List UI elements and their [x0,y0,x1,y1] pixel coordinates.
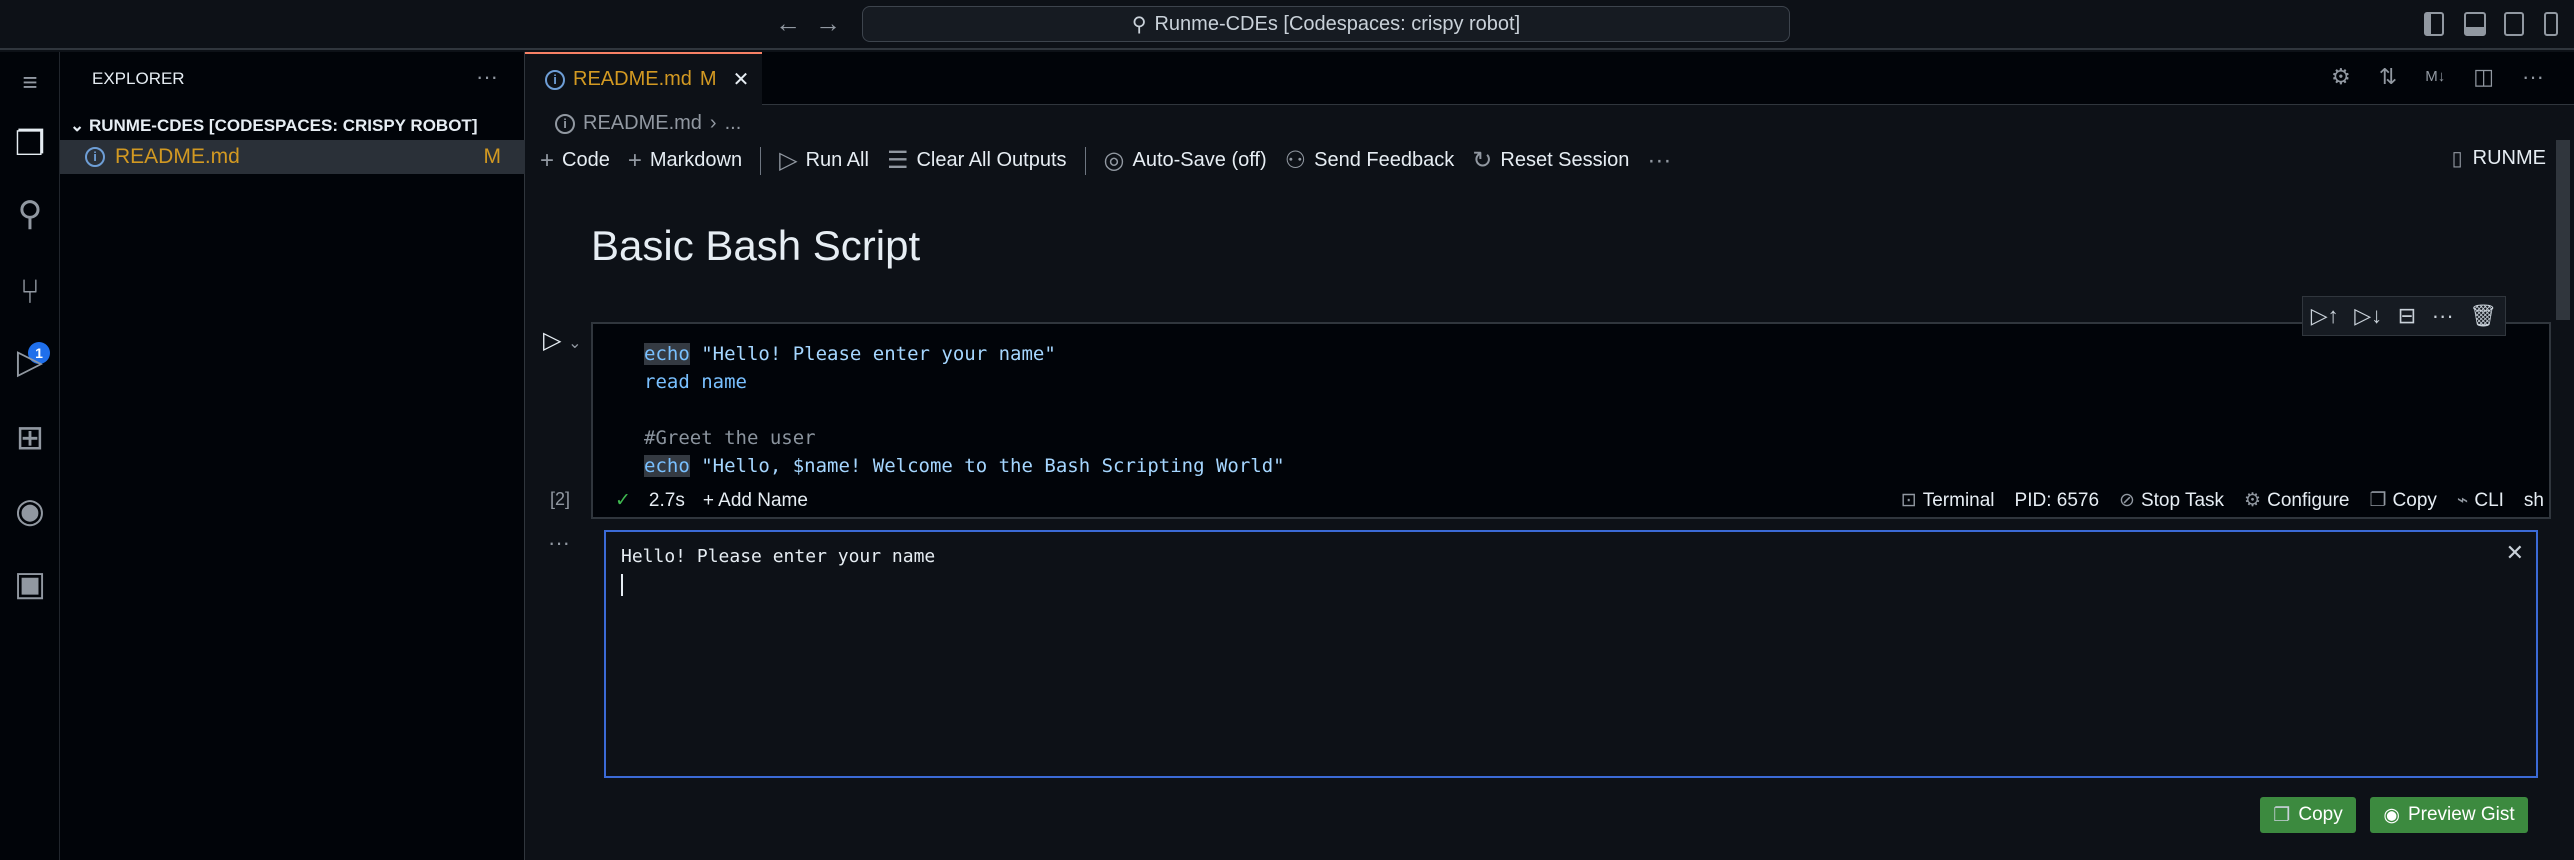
customize-layout-icon[interactable] [2544,12,2558,36]
split-cell-icon[interactable]: ⊟ [2398,303,2416,329]
copy-output-button[interactable]: ❐ Copy [2260,797,2356,833]
more-icon[interactable]: ··· [476,64,498,90]
divider [760,146,762,175]
configure-button[interactable]: ⚙ Configure [2244,489,2349,512]
execute-above-icon[interactable]: ▷↑ [2311,303,2339,329]
info-icon: i [85,147,105,167]
split-editor-icon[interactable]: ◫ [2473,64,2494,90]
cell-footer-actions: ⊡ Terminal PID: 6576 ⊘ Stop Task ⚙ Configur… [1901,489,2544,512]
add-name-button[interactable]: + Add Name [703,490,808,512]
explorer-sidebar: EXPLORER ··· ⌄ RUNME-CDES [CODESPACES: C… [60,52,525,860]
run-all-button[interactable]: ▷ Run All [779,146,869,175]
command-center-search[interactable]: ⚲ Runme-CDEs [Codespaces: crispy robot] [862,6,1790,42]
code-line: echo "Hello, $name! Welcome to the Bash … [644,455,1285,477]
send-feedback-button[interactable]: ⚇ Send Feedback [1285,146,1455,175]
activity-bar: ≡ ❐ ⚲ ⑂ 1 ▷ ⊞ ◉ ▣ [0,52,60,860]
forward-icon[interactable]: → [815,8,841,39]
output-more-icon[interactable]: ··· [548,530,570,556]
plus-icon: + [627,146,642,174]
page-title: Basic Bash Script [591,222,921,269]
more-icon[interactable]: ··· [2432,303,2454,329]
execute-below-icon[interactable]: ▷↓ [2354,303,2382,329]
clear-outputs-button[interactable]: ☰ Clear All Outputs [887,146,1067,175]
reset-session-button[interactable]: ↻ Reset Session [1472,146,1629,175]
runme-icon: ▯ [2451,148,2463,170]
close-icon[interactable]: ✕ [733,67,750,92]
run-cell-button[interactable]: ▷ ⌄ [543,326,582,355]
feedback-icon: ⚇ [1284,147,1307,174]
code-line: #Greet the user [644,427,816,449]
stop-task-button[interactable]: ⊘ Stop Task [2119,489,2224,512]
refresh-icon: ↻ [1472,147,1493,174]
source-control-icon[interactable]: ⑂ [8,270,52,314]
preview-gist-button[interactable]: ◉ Preview Gist [2370,797,2528,833]
compare-changes-icon[interactable]: ⇅ [2379,64,2397,90]
tab-bar: i README.md M ✕ ⚙ ⇅ M↓ ◫ ··· [525,52,2574,105]
gear-icon[interactable]: ⚙ [2331,64,2351,90]
file-item-readme[interactable]: i README.md M [60,140,525,174]
cli-button[interactable]: ⌁ CLI [2457,489,2504,512]
divider [1084,146,1086,175]
breadcrumb: i README.md › ... [555,112,741,135]
run-all-icon: ▷ [779,147,798,174]
title-bar: ← → ⚲ Runme-CDEs [Codespaces: crispy rob… [0,0,2574,50]
run-debug-icon[interactable]: ▷ [8,340,52,384]
back-icon[interactable]: ← [775,8,801,39]
check-icon: ✓ [615,490,631,511]
close-icon[interactable]: ✕ [2506,540,2524,566]
terminal-icon: ⊡ [1900,490,1917,511]
workspace-section[interactable]: ⌄ RUNME-CDES [CODESPACES: CRISPY ROBOT] [60,112,525,140]
runme-icon[interactable]: ▣ [8,562,52,606]
scrollbar[interactable] [2556,140,2570,320]
add-code-button[interactable]: + Code [540,147,610,175]
output-text: Hello! Please enter your name [621,546,936,567]
copy-icon: ❐ [2369,490,2387,511]
add-markdown-button[interactable]: + Markdown [628,147,742,175]
info-icon: i [555,113,575,134]
tab-readme[interactable]: i README.md M ✕ [525,52,762,105]
trash-icon[interactable]: 🗑 [2469,303,2497,329]
code-line: echo "Hello! Please enter your name" [644,343,1056,365]
pid-label: PID: 6576 [2014,489,2100,511]
extensions-icon[interactable]: ⊞ [8,416,52,460]
toggle-secondary-sidebar-icon[interactable] [2504,12,2524,36]
terminal-cursor [621,574,623,596]
terminal-button[interactable]: ⊡ Terminal [1901,489,1995,512]
menu-icon[interactable]: ≡ [8,60,52,104]
shell-label[interactable]: sh [2524,490,2544,512]
cli-icon: ⌁ [2456,490,2469,511]
toggle-panel-icon[interactable] [2464,12,2486,36]
github-icon: ◉ [2383,804,2400,826]
clear-all-icon: ☰ [886,147,909,174]
runme-kernel-button[interactable]: ▯ RUNME [2452,146,2546,171]
cell-status: ✓ 2.7s + Add Name [615,489,808,512]
explorer-icon[interactable]: ❐ [8,122,52,166]
more-icon[interactable]: ··· [2522,64,2544,90]
github-icon[interactable]: ◉ [8,489,52,533]
plus-icon: + [540,146,555,174]
copy-button[interactable]: ❐ Copy [2369,489,2436,512]
search-icon[interactable]: ⚲ [8,192,52,236]
toggle-sidebar-icon[interactable] [2424,12,2444,36]
notebook-toolbar: + Code + Markdown ▷ Run All ☰ Clear All Outp… [540,146,1671,175]
chevron-right-icon: › [709,112,717,134]
auto-save-button[interactable]: ◎ Auto-Save (off) [1104,146,1267,175]
info-icon: i [545,69,565,90]
sidebar-title: EXPLORER [92,69,185,88]
stop-icon: ⊘ [2119,490,2135,511]
cell-toolbar: ▷↑ ▷↓ ⊟ ··· 🗑 [2302,296,2506,336]
code-line: read name [644,371,747,393]
execution-count: [2] [550,489,571,509]
code-editor[interactable]: echo "Hello! Please enter your name" rea… [644,340,1285,480]
terminal-output[interactable]: Hello! Please enter your name ✕ [604,530,2538,778]
markdown-preview-icon[interactable]: M↓ [2425,64,2445,90]
copy-icon: ❐ [2273,804,2291,826]
more-button[interactable]: ··· [1647,147,1671,175]
search-icon: ⚲ [1131,13,1147,36]
gear-icon: ⚙ [2244,490,2262,511]
chevron-down-icon: ⌄ [568,335,582,352]
play-circle-icon: ◎ [1103,147,1125,174]
